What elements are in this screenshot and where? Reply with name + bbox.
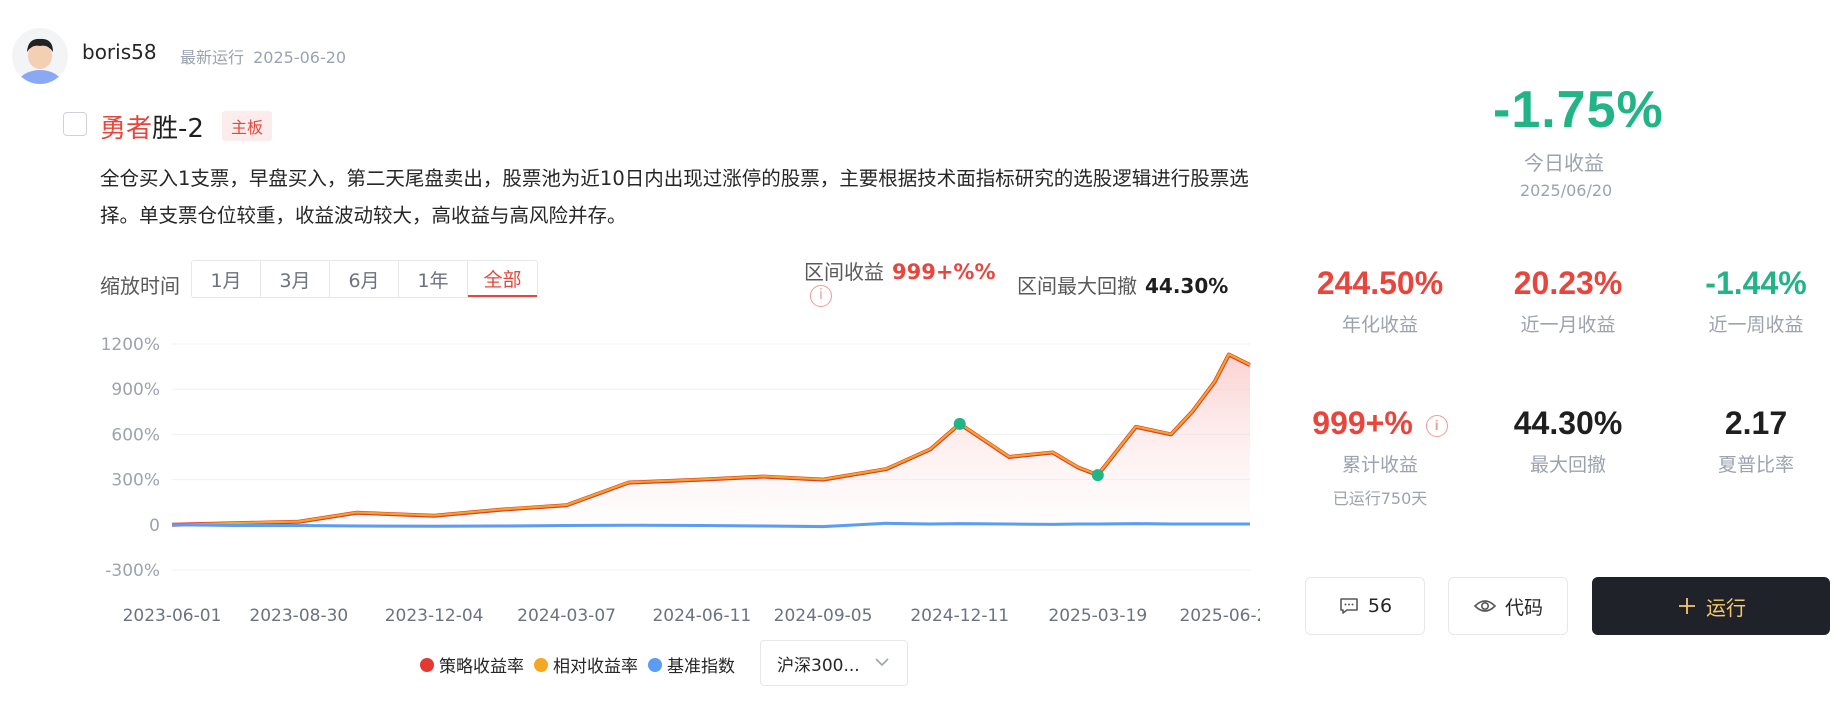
metric-month: 20.23% 近一月收益 xyxy=(1478,265,1658,337)
metric-annual: 244.50% 年化收益 xyxy=(1290,265,1470,337)
interval-max-drawdown: 区间最大回撤 44.30% xyxy=(1017,270,1228,299)
view-code-label: 代码 xyxy=(1504,596,1543,619)
range-tab-6m[interactable]: 6月 xyxy=(330,261,399,297)
comments-count: 56 xyxy=(1367,595,1393,617)
legend-benchmark-dot xyxy=(648,657,662,672)
x-tick-label: 2025-06-20 xyxy=(1179,606,1260,626)
interval-return-value: 999+%% xyxy=(892,260,996,284)
today-return-label: 今日收益 xyxy=(1524,151,1604,175)
run-label: 运行 xyxy=(1706,595,1746,620)
legend-relative[interactable]: 相对收益率 xyxy=(534,652,638,677)
strategy-area xyxy=(172,354,1250,525)
metric-week: -1.44% 近一周收益 xyxy=(1666,265,1845,337)
metric-drawdown: 44.30% 最大回撤 xyxy=(1478,405,1658,477)
metric-sharpe-value: 2.17 xyxy=(1724,405,1788,441)
today-return-value: -1.75% xyxy=(1493,81,1664,139)
metric-cumulative-label: 累计收益 xyxy=(1341,454,1418,476)
zoom-label: 缩放时间 xyxy=(100,274,180,298)
range-tab-1m[interactable]: 1月 xyxy=(192,261,261,297)
y-tick-label: 0 xyxy=(149,516,160,536)
metric-cumulative-value-row: 999+% i xyxy=(1290,405,1470,442)
last-run-label: 最新运行 xyxy=(180,48,245,67)
select-checkbox[interactable] xyxy=(63,112,87,136)
y-tick-label: -300% xyxy=(105,561,160,581)
range-tab-1y[interactable]: 1年 xyxy=(399,261,468,297)
strategy-description: 全仓买入1支票，早盘买入，第二天尾盘卖出，股票池为近10日内出现过涨停的股票，主… xyxy=(100,167,1249,227)
trade-marker xyxy=(953,417,966,430)
max-drawdown-label: 区间最大回撤 xyxy=(1017,274,1137,298)
range-tabs: 1月 3月 6月 1年 全部 xyxy=(191,260,538,298)
y-tick-label: 900% xyxy=(111,380,160,400)
cumulative-info-icon[interactable]: i xyxy=(1425,414,1448,437)
eye-icon xyxy=(1473,600,1497,612)
interval-return-label: 区间收益 xyxy=(804,260,884,284)
trade-marker xyxy=(1091,469,1104,482)
metric-drawdown-value: 44.30% xyxy=(1513,405,1623,441)
metric-sharpe-label: 夏普比率 xyxy=(1717,454,1794,476)
x-tick-label: 2025-03-19 xyxy=(1048,606,1147,626)
metric-cumulative-sub: 已运行750天 xyxy=(1332,489,1428,508)
metric-drawdown-label: 最大回撤 xyxy=(1529,454,1606,476)
last-run-info: 最新运行 2025-06-20 xyxy=(180,44,346,68)
strategy-title-highlight: 勇者 xyxy=(100,114,153,144)
range-tab-3m[interactable]: 3月 xyxy=(261,261,330,297)
comment-icon xyxy=(1340,598,1358,614)
metric-cumulative: 999+% i 累计收益 已运行750天 xyxy=(1290,405,1470,509)
x-tick-label: 2023-12-04 xyxy=(385,606,484,626)
metric-week-value: -1.44% xyxy=(1705,265,1807,301)
plus-icon xyxy=(1679,598,1695,614)
interval-info-icon[interactable]: i xyxy=(810,284,832,307)
benchmark-select[interactable]: 沪深300... xyxy=(760,640,908,686)
metric-month-value: 20.23% xyxy=(1513,265,1623,301)
returns-chart[interactable]: 1200% 900% 600% 300% 0 -300% 2023-06-01 2023-08… xyxy=(0,310,1260,640)
strategy-title-rest: 胜-2 xyxy=(152,114,204,144)
x-tick-label: 2024-09-05 xyxy=(774,606,873,626)
metric-annual-value: 244.50% xyxy=(1316,265,1444,301)
x-tick-label: 2023-08-30 xyxy=(249,606,348,626)
last-run-date: 2025-06-20 xyxy=(253,48,347,67)
range-tab-all[interactable]: 全部 xyxy=(468,261,537,297)
legend-strategy-dot xyxy=(420,657,434,672)
strategy-title[interactable]: 勇者胜-2 xyxy=(100,108,204,145)
x-tick-label: 2024-12-11 xyxy=(910,606,1009,626)
legend-benchmark-label: 基准指数 xyxy=(667,657,735,677)
max-drawdown-value: 44.30% xyxy=(1145,274,1229,298)
board-tag: 主板 xyxy=(222,111,273,141)
legend-strategy-label: 策略收益率 xyxy=(439,657,524,677)
y-tick-label: 1200% xyxy=(101,335,160,355)
comments-button[interactable]: 56 xyxy=(1305,577,1425,635)
metric-cumulative-value: 999+% xyxy=(1312,405,1413,441)
chevron-down-icon xyxy=(875,658,889,667)
username[interactable]: boris58 xyxy=(82,40,157,64)
x-tick-label: 2024-03-07 xyxy=(517,606,616,626)
benchmark-select-value: 沪深300... xyxy=(777,655,860,676)
legend-strategy[interactable]: 策略收益率 xyxy=(420,652,524,677)
today-return-date: 2025/06/20 xyxy=(1520,181,1613,200)
legend-relative-dot xyxy=(534,657,548,672)
chart-legend: 策略收益率 相对收益率 基准指数 xyxy=(420,652,745,677)
x-tick-label: 2023-06-01 xyxy=(123,606,222,626)
metric-week-label: 近一周收益 xyxy=(1708,314,1804,336)
interval-return: 区间收益 999+%% xyxy=(804,256,996,285)
metric-sharpe: 2.17 夏普比率 xyxy=(1666,405,1845,477)
metric-annual-label: 年化收益 xyxy=(1341,314,1418,336)
x-tick-label: 2024-06-11 xyxy=(652,606,751,626)
metric-month-label: 近一月收益 xyxy=(1520,314,1616,336)
avatar[interactable] xyxy=(12,28,68,84)
run-button[interactable]: 运行 xyxy=(1592,577,1830,635)
avatar-illustration xyxy=(18,38,62,84)
legend-relative-label: 相对收益率 xyxy=(553,657,638,677)
view-code-button[interactable]: 代码 xyxy=(1448,577,1568,635)
y-tick-label: 300% xyxy=(111,471,160,491)
legend-benchmark[interactable]: 基准指数 xyxy=(648,652,735,677)
y-tick-label: 600% xyxy=(111,425,160,445)
